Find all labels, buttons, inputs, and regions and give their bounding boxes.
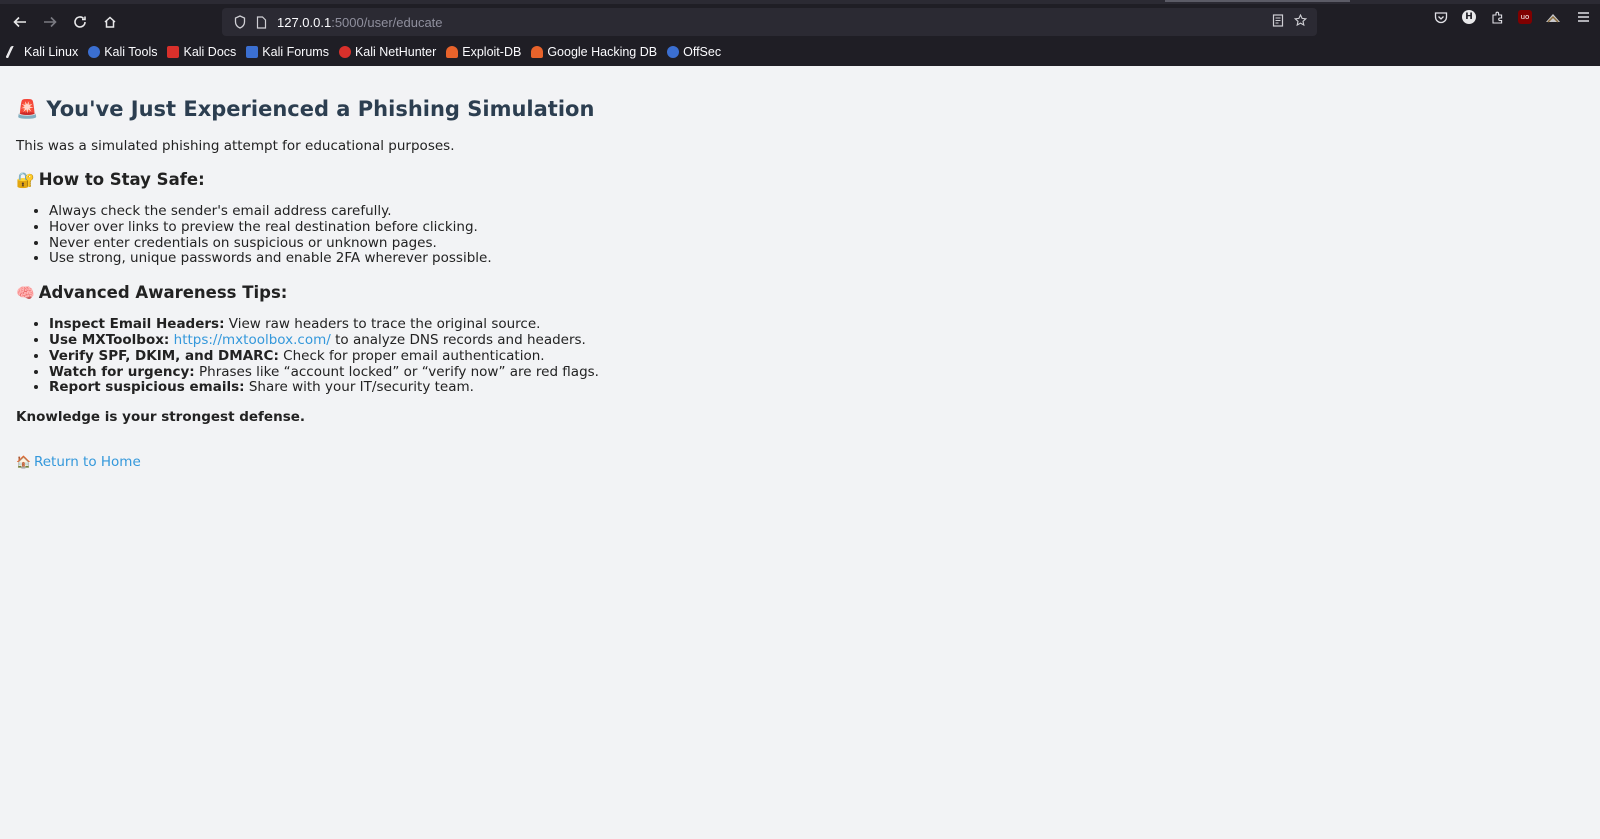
home-button[interactable] (96, 8, 124, 36)
lock-with-key-icon: 🔐 (16, 170, 35, 189)
bookmark-label: Exploit-DB (462, 45, 522, 59)
tracking-protection-shield-icon[interactable] (234, 15, 246, 29)
active-tab-indicator[interactable] (1165, 0, 1350, 2)
tip-text: View raw headers to trace the original s… (224, 316, 541, 333)
browser-chrome: 127.0.0.1:5000/user/educate H uo Kali Li… (0, 0, 1600, 66)
tip-text: Share with your IT/security team. (244, 379, 474, 396)
address-bar[interactable]: 127.0.0.1:5000/user/educate (222, 8, 1317, 36)
tip-title: Verify SPF, DKIM, and DMARC: (49, 347, 279, 364)
kali-forums-icon (246, 46, 259, 58)
toolbar-extensions: H uo (1432, 8, 1592, 26)
return-home-link[interactable]: Return to Home (34, 454, 141, 470)
reload-button[interactable] (66, 8, 94, 36)
tip-title: Watch for urgency: (49, 363, 195, 380)
page-title-text: You've Just Experienced a Phishing Simul… (46, 97, 595, 121)
mxtoolbox-link[interactable]: https://mxtoolbox.com/ (174, 332, 331, 348)
ublock-origin-icon[interactable]: uo (1518, 10, 1532, 24)
bookmark-label: Kali Tools (104, 45, 158, 59)
tip-text: Phrases like “account locked” or “verify… (194, 363, 599, 380)
list-item: Report suspicious emails: Share with you… (49, 379, 1584, 396)
url-host: 127.0.0.1 (277, 14, 332, 30)
bookmark-exploit-db[interactable]: Exploit-DB (446, 45, 521, 59)
exploit-db-icon (446, 46, 459, 58)
offsec-icon (667, 46, 680, 58)
tip-text: Check for proper email authentication. (278, 347, 545, 364)
home-icon (104, 16, 116, 28)
list-item: Verify SPF, DKIM, and DMARC: Check for p… (49, 347, 1584, 365)
extensions-puzzle-icon[interactable] (1488, 8, 1506, 26)
advanced-tips-list: Inspect Email Headers: View raw headers … (16, 316, 1584, 396)
bookmark-label: Kali Docs (183, 45, 237, 59)
account-avatar-icon[interactable]: H (1462, 10, 1476, 24)
bookmark-label: Kali NetHunter (354, 45, 437, 59)
brain-icon: 🧠 (16, 283, 35, 302)
stay-safe-heading: 🔐 How to Stay Safe: (16, 170, 1584, 189)
kali-docs-icon (167, 46, 180, 58)
tab-strip (0, 0, 1600, 4)
advanced-tips-heading-text: Advanced Awareness Tips: (38, 283, 288, 303)
bookmark-kali-forums[interactable]: Kali Forums (246, 45, 329, 59)
list-item: Always check the sender's email address … (49, 203, 1584, 220)
address-bar-actions (1272, 13, 1308, 31)
bookmark-star-icon[interactable] (1293, 13, 1308, 31)
house-icon: 🏠 (16, 455, 31, 470)
intro-text: This was a simulated phishing attempt fo… (16, 138, 455, 154)
return-home: 🏠 Return to Home (16, 454, 1584, 470)
reload-icon (74, 16, 86, 28)
alarm-siren-icon: 🚨 (16, 98, 39, 120)
bookmark-label: Kali Linux (24, 45, 79, 59)
kali-dragon-icon (5, 46, 23, 58)
tip-text: to analyze DNS records and headers. (330, 331, 586, 348)
kali-nethunter-icon (338, 46, 351, 58)
tip-title: Inspect Email Headers: (49, 316, 225, 333)
url-text[interactable]: 127.0.0.1:5000/user/educate (277, 15, 443, 30)
list-item: Use strong, unique passwords and enable … (49, 251, 1584, 267)
back-arrow-icon (13, 16, 26, 28)
forward-arrow-icon (44, 16, 57, 28)
bookmark-label: Kali Forums (262, 45, 329, 59)
forward-button[interactable] (36, 8, 64, 36)
kali-tools-icon (88, 46, 101, 58)
page-content: 🚨 You've Just Experienced a Phishing Simu… (0, 66, 1600, 500)
bookmark-google-hacking-db[interactable]: Google Hacking DB (531, 45, 657, 59)
list-item: Never enter credentials on suspicious or… (49, 235, 1584, 252)
extension-icon[interactable] (1544, 8, 1562, 26)
bookmark-kali-tools[interactable]: Kali Tools (88, 45, 157, 59)
tip-title: Use MXToolbox: (49, 331, 170, 348)
bookmark-kali-nethunter[interactable]: Kali NetHunter (338, 45, 437, 59)
bookmark-offsec[interactable]: OffSec (667, 45, 721, 59)
list-item: Inspect Email Headers: View raw headers … (49, 316, 1584, 333)
stay-safe-heading-text: How to Stay Safe: (38, 170, 205, 189)
bookmarks-toolbar: Kali Linux Kali Tools Kali Docs Kali For… (5, 42, 721, 62)
page-title: 🚨 You've Just Experienced a Phishing Simu… (16, 97, 1584, 121)
back-button[interactable] (6, 8, 34, 36)
app-menu-hamburger-icon[interactable] (1574, 8, 1592, 26)
reader-view-icon[interactable] (1272, 14, 1284, 31)
bookmark-kali-docs[interactable]: Kali Docs (167, 45, 236, 59)
url-path: :5000/user/educate (331, 14, 443, 30)
navigation-toolbar: 127.0.0.1:5000/user/educate H uo (0, 6, 1600, 38)
bookmark-label: Google Hacking DB (547, 45, 658, 59)
bookmark-kali-linux[interactable]: Kali Linux (5, 45, 79, 59)
list-item: Use MXToolbox: https://mxtoolbox.com/ to… (49, 331, 1584, 349)
list-item: Watch for urgency: Phrases like “account… (49, 363, 1584, 381)
pocket-icon[interactable] (1432, 8, 1450, 26)
advanced-tips-heading: 🧠 Advanced Awareness Tips: (16, 283, 1584, 302)
list-item: Hover over links to preview the real des… (49, 219, 1584, 236)
page-info-icon[interactable] (256, 15, 267, 29)
bookmark-label: OffSec (683, 45, 722, 59)
closing-statement: Knowledge is your strongest defense. (16, 409, 306, 426)
tip-title: Report suspicious emails: (49, 379, 245, 396)
stay-safe-list: Always check the sender's email address … (16, 203, 1584, 267)
google-hacking-db-icon (531, 46, 544, 58)
